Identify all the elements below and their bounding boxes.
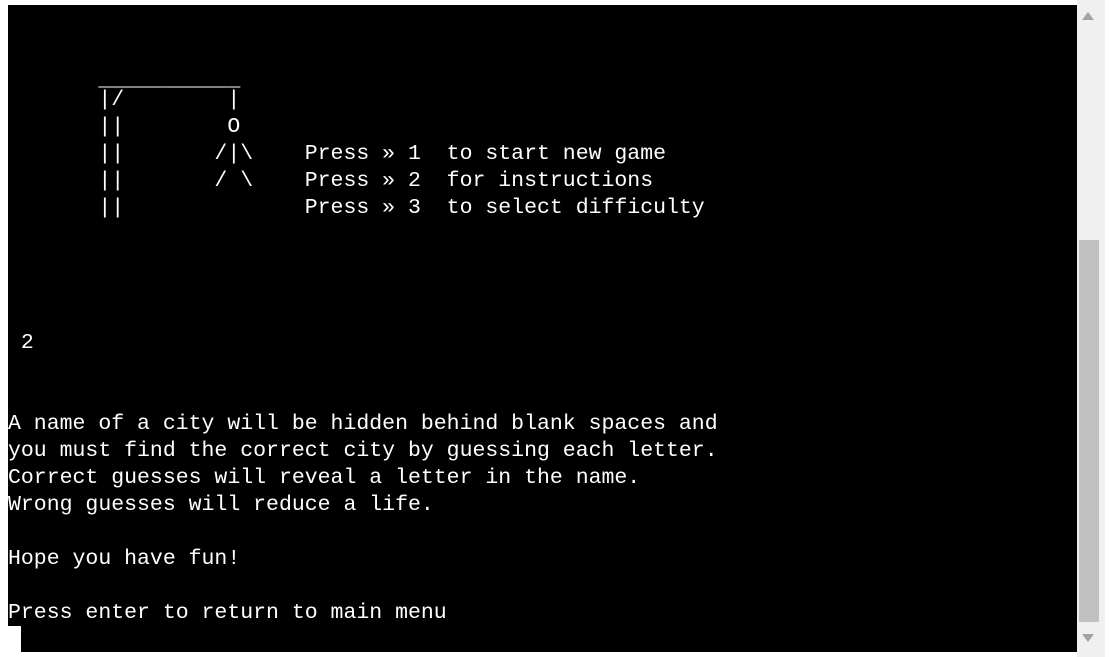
user-input-echo: 2 <box>8 331 34 355</box>
scrollbar-thumb[interactable] <box>1079 240 1099 622</box>
menu-option-new-game: || /|\ Press » 1 to start new game <box>8 142 667 166</box>
instructions-line: Wrong guesses will reduce a life. <box>8 493 434 517</box>
scroll-down-icon[interactable] <box>1082 634 1094 642</box>
return-prompt: Press enter to return to main menu <box>8 601 447 625</box>
menu-option-difficulty: || Press » 3 to select difficulty <box>8 196 705 220</box>
terminal[interactable]: ___________ |/ | || O || /|\ Press » 1 t… <box>8 5 1077 652</box>
gallows-line: |/ | <box>8 88 241 112</box>
greeting-line: Hope you have fun! <box>8 547 241 571</box>
menu-option-instructions: || / \ Press » 2 for instructions <box>8 169 654 193</box>
gallows-line: || O <box>8 115 241 139</box>
scroll-up-icon[interactable] <box>1082 12 1094 20</box>
text-cursor <box>8 626 21 652</box>
app-window: ___________ |/ | || O || /|\ Press » 1 t… <box>0 0 1110 657</box>
instructions-line: you must find the correct city by guessi… <box>8 439 718 463</box>
instructions-line: Correct guesses will reveal a letter in … <box>8 466 641 490</box>
instructions-line: A name of a city will be hidden behind b… <box>8 412 718 436</box>
vertical-scrollbar[interactable] <box>1077 0 1105 657</box>
